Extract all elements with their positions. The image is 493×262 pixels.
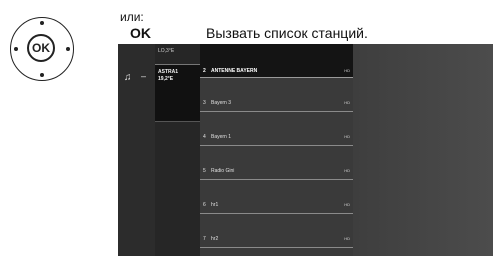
station-number: 5 bbox=[203, 168, 206, 174]
station-row[interactable]: 2 ANTENNE BAYERN HD bbox=[200, 44, 353, 78]
station-name: hr1 bbox=[211, 202, 219, 208]
instruction-description: Вызвать список станций. bbox=[206, 25, 368, 41]
station-row[interactable]: 6 hr1 HD bbox=[200, 180, 353, 214]
satellite-column: LO,3°E ASTRA1 19,2°E bbox=[155, 44, 200, 256]
tv-screen: ♫ – LO,3°E ASTRA1 19,2°E 2 ANTENNE BAYER… bbox=[118, 44, 493, 256]
station-badge: HD bbox=[344, 236, 350, 241]
station-row[interactable]: 5 Radio Gini HD bbox=[200, 146, 353, 180]
source-column: ♫ – bbox=[118, 44, 155, 256]
satellite-name: ASTRA1 bbox=[158, 69, 179, 75]
remote-ok-button-icon: OK bbox=[10, 17, 74, 81]
station-row[interactable]: 7 hr2 HD bbox=[200, 214, 353, 248]
station-number: 4 bbox=[203, 134, 206, 140]
station-badge: HD bbox=[344, 202, 350, 207]
dash-separator: – bbox=[141, 71, 147, 81]
station-row[interactable]: 3 Bayern 3 HD bbox=[200, 78, 353, 112]
station-name: Bayern 1 bbox=[211, 134, 232, 140]
remote-down-dot bbox=[40, 73, 44, 77]
station-badge: HD bbox=[344, 134, 350, 139]
satellite-position: 19,2°E bbox=[158, 76, 174, 82]
station-badge: HD bbox=[344, 68, 350, 73]
ok-button: OK bbox=[27, 34, 55, 62]
station-badge: HD bbox=[344, 100, 350, 105]
ok-key-label: OK bbox=[130, 25, 151, 41]
remote-left-dot bbox=[14, 47, 18, 51]
station-number: 2 bbox=[203, 68, 206, 74]
satellite-active-item[interactable]: ASTRA1 19,2°E bbox=[155, 64, 200, 122]
station-name: Radio Gini bbox=[211, 168, 235, 174]
station-name: ANTENNE BAYERN bbox=[211, 68, 258, 74]
remote-right-dot bbox=[66, 47, 70, 51]
station-list: 2 ANTENNE BAYERN HD 3 Bayern 3 HD 4 Baye… bbox=[200, 44, 353, 256]
station-number: 6 bbox=[203, 202, 206, 208]
station-number: 3 bbox=[203, 100, 206, 106]
music-note-icon: ♫ bbox=[124, 72, 132, 83]
station-row[interactable]: 4 Bayern 1 HD bbox=[200, 112, 353, 146]
info-panel bbox=[353, 44, 493, 256]
station-badge: HD bbox=[344, 168, 350, 173]
station-number: 7 bbox=[203, 236, 206, 242]
remote-up-dot bbox=[40, 21, 44, 25]
station-name: hr2 bbox=[211, 236, 219, 242]
or-label: или: bbox=[120, 10, 144, 24]
station-name: Bayern 3 bbox=[211, 100, 232, 106]
satellite-top-label: LO,3°E bbox=[158, 48, 175, 54]
